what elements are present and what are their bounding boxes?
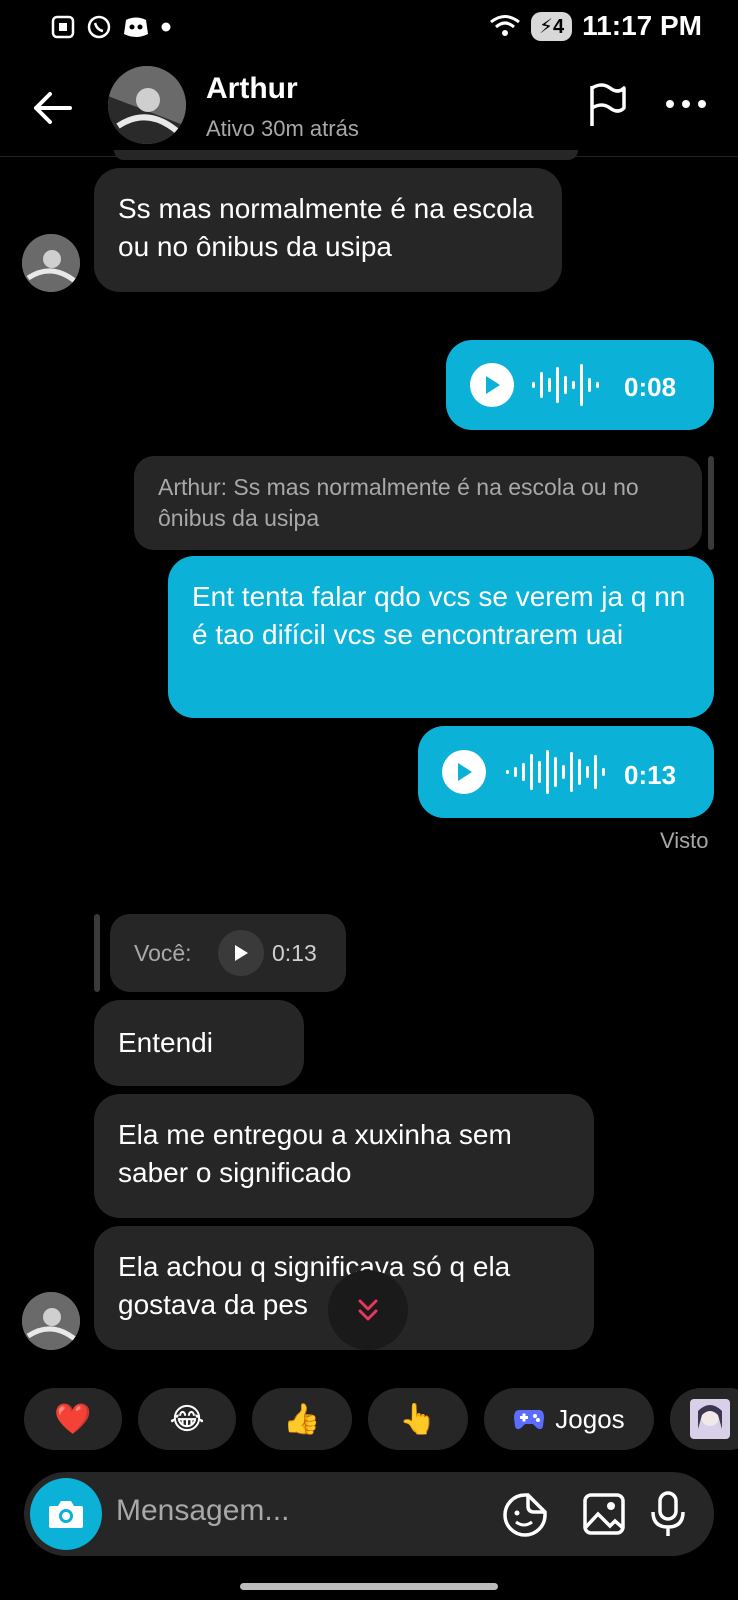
contact-name[interactable]: Arthur	[206, 72, 298, 106]
message-input[interactable]: Mensagem...	[116, 1494, 289, 1528]
reply-quote[interactable]: Você: 0:13	[110, 914, 346, 992]
back-arrow-icon[interactable]	[30, 86, 74, 130]
play-button[interactable]	[470, 363, 514, 407]
discord-icon	[124, 17, 148, 37]
gallery-icon[interactable]	[582, 1492, 626, 1536]
message-text: Ela achou q significava só q ela gostava…	[118, 1251, 511, 1320]
message-composer: Mensagem...	[24, 1472, 714, 1556]
voice-duration: 0:08	[624, 372, 677, 402]
message-text: Ela me entregou a xuxinha sem saber o si…	[118, 1119, 512, 1188]
voice-duration: 0:13	[624, 760, 677, 790]
gamepad-icon	[514, 1410, 545, 1430]
whatsapp-icon	[87, 15, 111, 39]
waveform	[506, 750, 605, 794]
reply-bar	[708, 456, 714, 550]
play-icon	[235, 945, 248, 961]
status-right: ⚡4 11:17 PM	[489, 10, 702, 42]
contact-status: Ativo 30m atrás	[206, 116, 359, 141]
reaction-laugh[interactable]: 😂	[138, 1388, 236, 1450]
heart-icon: ❤️	[54, 1402, 92, 1436]
message-bubble-incoming[interactable]: Ela me entregou a xuxinha sem saber o si…	[94, 1094, 594, 1218]
reply-quote[interactable]: Arthur: Ss mas normalmente é na escola o…	[134, 456, 702, 550]
clock: 11:17 PM	[582, 10, 702, 41]
dot-icon	[161, 22, 171, 32]
reply-bar	[94, 914, 100, 992]
message-text: Ent tenta falar qdo vcs se verem ja q nn…	[192, 581, 686, 650]
previous-message-edge	[114, 150, 578, 160]
reaction-heart[interactable]: ❤️	[24, 1388, 122, 1450]
play-button[interactable]	[442, 750, 486, 794]
message-bubble-outgoing[interactable]: Ent tenta falar qdo vcs se verem ja q nn…	[168, 556, 714, 718]
reply-duration: 0:13	[272, 940, 317, 966]
pointing-icon: 👆	[399, 1402, 437, 1436]
message-bubble-incoming[interactable]: Entendi	[94, 1000, 304, 1086]
reply-label: Você:	[134, 940, 192, 966]
seen-indicator: Visto	[660, 828, 709, 853]
battery-indicator: ⚡4	[530, 11, 573, 41]
chat-header: Arthur Ativo 30m atrás	[0, 56, 738, 157]
camera-icon	[49, 1501, 83, 1528]
sender-avatar[interactable]	[22, 1292, 80, 1350]
sender-avatar[interactable]	[22, 234, 80, 292]
reaction-pointing[interactable]: 👆	[368, 1388, 468, 1450]
status-bar: ⚡4 11:17 PM	[0, 0, 738, 56]
sticker-chip[interactable]	[670, 1388, 738, 1450]
message-bubble-incoming[interactable]: Ss mas normalmente é na escola ou no ôni…	[94, 168, 562, 292]
message-text: Ss mas normalmente é na escola ou no ôni…	[118, 193, 534, 262]
sticker-icon[interactable]	[502, 1492, 548, 1538]
home-indicator[interactable]	[240, 1583, 498, 1590]
camera-button[interactable]	[30, 1478, 102, 1550]
double-chevron-down-icon	[358, 1299, 378, 1321]
message-text: Entendi	[118, 1027, 213, 1058]
voice-message-outgoing[interactable]: 0:13	[418, 726, 714, 818]
games-label: Jogos	[555, 1403, 625, 1434]
reply-quote-text: Arthur: Ss mas normalmente é na escola o…	[158, 474, 639, 531]
contact-avatar[interactable]	[108, 66, 186, 144]
voice-message-outgoing[interactable]: 0:08	[446, 340, 714, 430]
notification-icons	[50, 14, 172, 40]
reply-play-button[interactable]	[218, 930, 264, 976]
battery-level: 4	[553, 15, 565, 38]
microphone-icon[interactable]	[648, 1490, 688, 1538]
reaction-thumbs-up[interactable]: 👍	[252, 1388, 352, 1450]
sticker-thumbnail-icon	[690, 1399, 730, 1439]
laugh-icon: 😂	[169, 1402, 205, 1436]
thumbs-up-icon: 👍	[283, 1402, 321, 1436]
flag-icon[interactable]	[586, 82, 628, 128]
more-options-icon[interactable]	[664, 94, 708, 114]
wifi-icon	[490, 15, 520, 36]
scroll-to-bottom-button[interactable]	[328, 1270, 408, 1350]
games-button[interactable]: Jogos	[484, 1388, 654, 1450]
play-icon	[458, 763, 472, 781]
play-icon	[486, 376, 500, 394]
waveform	[532, 364, 599, 406]
screenshot-icon	[51, 15, 75, 39]
